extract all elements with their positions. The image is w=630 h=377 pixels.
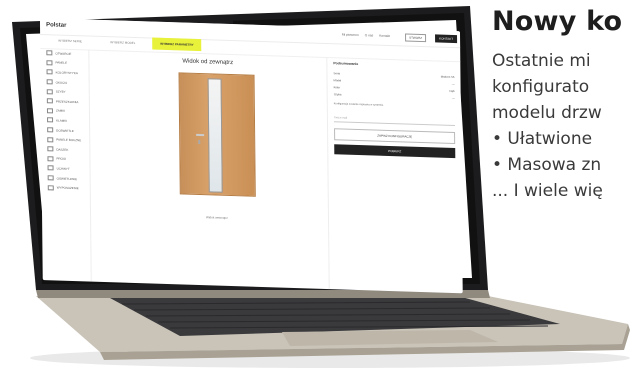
summary-value: Dąb bbox=[449, 88, 455, 94]
laptop-mockup: Polstar Mi parceron O nas Kontakt STWÓRZ… bbox=[0, 0, 630, 372]
option-icon bbox=[47, 136, 54, 143]
sidebar-item-label: ZAMKI bbox=[55, 108, 66, 114]
door-preview bbox=[178, 72, 256, 197]
summary-row: Szyba — bbox=[334, 92, 455, 100]
sidebar-item[interactable]: WYPOSAŻENIE bbox=[42, 182, 90, 193]
option-icon bbox=[47, 184, 54, 191]
sidebar-item-label: WYPOSAŻENIE bbox=[56, 185, 79, 191]
sidebar-item-label: PRZESZKLENIA bbox=[55, 99, 79, 104]
summary-value: Modern S5 bbox=[440, 74, 455, 80]
option-icon bbox=[47, 175, 54, 181]
sidebar-item-label: SZYBY bbox=[55, 89, 66, 94]
door-handle bbox=[196, 133, 205, 137]
sidebar-item-label: PANELE BOCZNE bbox=[56, 137, 82, 143]
option-icon bbox=[46, 108, 53, 114]
inside-view-link[interactable]: Widok wewnątrz bbox=[206, 215, 228, 220]
summary-key: Seria bbox=[333, 71, 341, 76]
option-icon bbox=[46, 88, 53, 95]
step-series[interactable]: WYBIERZ SERIĘ bbox=[58, 39, 82, 44]
summary-value: — bbox=[451, 81, 455, 87]
door-lock bbox=[198, 139, 201, 145]
option-icon bbox=[46, 79, 53, 85]
create-button[interactable]: STWÓRZ bbox=[405, 33, 427, 43]
summary-note: Konfiguracja zostanie zapisana w systemi… bbox=[333, 102, 384, 107]
logo[interactable]: Polstar bbox=[46, 22, 66, 29]
summary-key: Model bbox=[333, 78, 342, 83]
summary-key: Szyba bbox=[333, 92, 342, 97]
save-configuration-button[interactable]: ZAPISZ KONFIGURACJĘ bbox=[334, 128, 456, 145]
option-icon bbox=[47, 156, 54, 162]
email-field[interactable]: Twój e-mail bbox=[333, 116, 455, 127]
top-link-2[interactable]: O nas bbox=[365, 33, 374, 37]
summary-key: Kolor bbox=[333, 85, 341, 90]
sidebar-item-label: DOŚWIETLE bbox=[56, 128, 74, 133]
option-icon bbox=[46, 69, 53, 75]
sidebar-item-label: OTWARCIE bbox=[55, 51, 72, 56]
option-icon bbox=[47, 165, 54, 171]
download-button[interactable]: POBIERZ bbox=[334, 144, 456, 159]
step-model[interactable]: WYBIERZ MODEL bbox=[110, 40, 135, 45]
sidebar-item-label: OKUCIA bbox=[55, 80, 68, 85]
option-icon bbox=[46, 98, 53, 104]
sidebar-item-label: PANELE bbox=[55, 60, 68, 66]
contact-button[interactable]: KONTAKT bbox=[435, 34, 458, 44]
sidebar-item-label: PROGI bbox=[56, 156, 67, 162]
sidebar-item-label: OŚWIETLENIE bbox=[56, 176, 78, 181]
step-parameters[interactable]: WYBIERZ PARAMETRY bbox=[152, 37, 202, 52]
sidebar-item-label: KOLORYSTYKA bbox=[55, 70, 78, 76]
sidebar: OTWARCIE PANELE KOLORYSTYKA OKUCIA SZYBY… bbox=[40, 48, 92, 282]
top-link-3[interactable]: Kontakt bbox=[379, 34, 390, 38]
top-link-1[interactable]: Mi parceron bbox=[342, 32, 359, 37]
door-glass bbox=[207, 78, 223, 193]
option-icon bbox=[46, 50, 53, 56]
option-icon bbox=[47, 127, 54, 133]
summary-panel: Podsumowanie Seria Modern S5 Model — Kolor… bbox=[326, 57, 463, 294]
summary-value: — bbox=[451, 95, 455, 101]
screen: Polstar Mi parceron O nas Kontakt STWÓRZ… bbox=[10, 6, 480, 298]
summary-title: Podsumowanie bbox=[333, 61, 359, 67]
top-links: Mi parceron O nas Kontakt bbox=[342, 32, 390, 38]
canvas-title: Widok od zewnątrz bbox=[182, 58, 234, 67]
option-icon bbox=[47, 117, 54, 123]
option-icon bbox=[46, 60, 53, 66]
configurator-page: Polstar Mi parceron O nas Kontakt STWÓRZ… bbox=[40, 18, 463, 294]
sidebar-item-label: KLAMKI bbox=[56, 118, 68, 123]
sidebar-item-label: DASZEK bbox=[56, 147, 69, 152]
sidebar-item-label: UCHWYT bbox=[56, 166, 70, 171]
option-icon bbox=[47, 146, 54, 152]
